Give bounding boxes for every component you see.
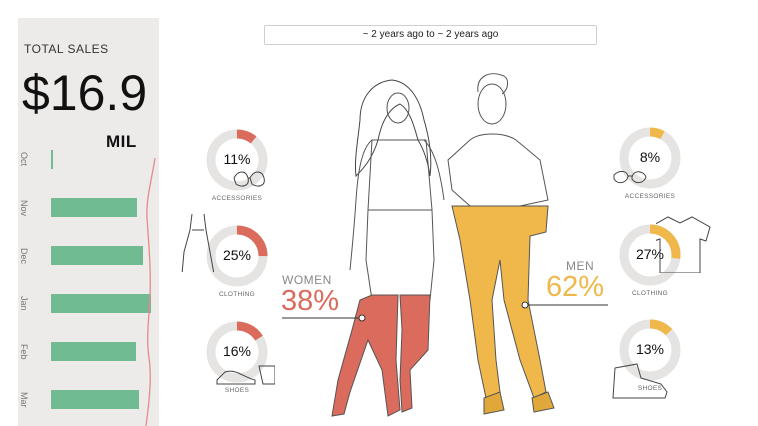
- men-percentage: 62%: [546, 271, 605, 303]
- callout-lines: [282, 301, 608, 322]
